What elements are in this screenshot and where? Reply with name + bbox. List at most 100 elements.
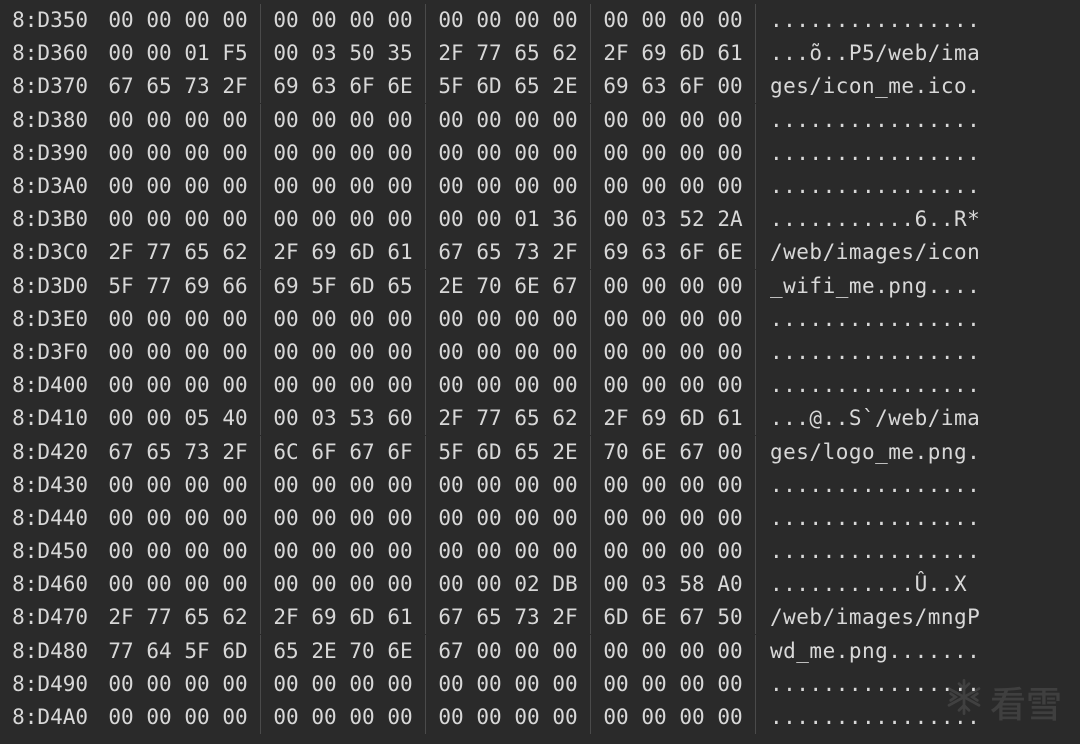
hex-byte[interactable]: 00 bbox=[508, 303, 546, 336]
hex-byte[interactable]: 00 bbox=[432, 369, 470, 402]
hex-byte[interactable]: 00 bbox=[216, 701, 254, 734]
hex-byte[interactable]: 2F bbox=[267, 236, 305, 269]
hex-byte[interactable]: 00 bbox=[635, 303, 673, 336]
hex-row[interactable]: 8:D39000000000000000000000000000000000..… bbox=[0, 137, 1080, 170]
hex-byte[interactable]: 00 bbox=[305, 701, 343, 734]
hex-byte[interactable]: 00 bbox=[508, 369, 546, 402]
hex-byte[interactable]: 00 bbox=[305, 203, 343, 236]
hex-byte[interactable]: 00 bbox=[635, 104, 673, 137]
hex-byte[interactable]: 00 bbox=[140, 170, 178, 203]
hex-byte[interactable]: 2E bbox=[546, 436, 584, 469]
hex-byte[interactable]: 00 bbox=[673, 502, 711, 535]
hex-byte[interactable]: 00 bbox=[305, 369, 343, 402]
hex-byte[interactable]: 00 bbox=[267, 104, 305, 137]
hex-byte[interactable]: 00 bbox=[178, 170, 216, 203]
hex-byte[interactable]: 00 bbox=[267, 502, 305, 535]
hex-byte[interactable]: 00 bbox=[635, 170, 673, 203]
hex-byte[interactable]: 00 bbox=[432, 701, 470, 734]
hex-byte[interactable]: 00 bbox=[635, 4, 673, 37]
hex-byte[interactable]: 00 bbox=[432, 668, 470, 701]
hex-byte[interactable]: 00 bbox=[343, 502, 381, 535]
hex-byte[interactable]: 6F bbox=[673, 236, 711, 269]
hex-byte[interactable]: 73 bbox=[508, 236, 546, 269]
hex-byte[interactable]: 00 bbox=[470, 369, 508, 402]
hex-byte[interactable]: 00 bbox=[102, 502, 140, 535]
hex-byte[interactable]: 00 bbox=[470, 170, 508, 203]
hex-byte[interactable]: 00 bbox=[343, 369, 381, 402]
hex-byte[interactable]: 00 bbox=[635, 535, 673, 568]
hex-row[interactable]: 8:D44000000000000000000000000000000000..… bbox=[0, 502, 1080, 535]
hex-byte[interactable]: 73 bbox=[508, 601, 546, 634]
hex-byte[interactable]: 00 bbox=[673, 303, 711, 336]
hex-byte[interactable]: 00 bbox=[267, 535, 305, 568]
hex-byte[interactable]: 00 bbox=[381, 502, 419, 535]
hex-byte[interactable]: 2F bbox=[546, 236, 584, 269]
hex-row[interactable]: 8:D35000000000000000000000000000000000..… bbox=[0, 4, 1080, 37]
hex-byte[interactable]: A0 bbox=[711, 568, 749, 601]
hex-byte[interactable]: 2F bbox=[546, 601, 584, 634]
hex-byte[interactable]: 00 bbox=[267, 336, 305, 369]
hex-byte[interactable]: 00 bbox=[381, 137, 419, 170]
ascii-cell[interactable]: ................ bbox=[756, 137, 980, 170]
hex-byte[interactable]: 2F bbox=[432, 37, 470, 70]
hex-byte[interactable]: 00 bbox=[470, 203, 508, 236]
hex-byte[interactable]: 67 bbox=[673, 601, 711, 634]
hex-byte[interactable]: 6D bbox=[470, 436, 508, 469]
hex-byte[interactable]: 00 bbox=[267, 469, 305, 502]
hex-byte[interactable]: 67 bbox=[102, 70, 140, 103]
hex-byte[interactable]: 73 bbox=[178, 70, 216, 103]
hex-byte[interactable]: 66 bbox=[216, 270, 254, 303]
hex-byte[interactable]: 2A bbox=[711, 203, 749, 236]
hex-byte[interactable]: 00 bbox=[216, 568, 254, 601]
hex-byte[interactable]: 03 bbox=[635, 203, 673, 236]
hex-byte[interactable]: 63 bbox=[635, 70, 673, 103]
hex-byte[interactable]: 6D bbox=[343, 236, 381, 269]
hex-byte[interactable]: 00 bbox=[673, 369, 711, 402]
hex-byte[interactable]: 00 bbox=[216, 502, 254, 535]
hex-row[interactable]: 8:D4A000000000000000000000000000000000..… bbox=[0, 701, 1080, 734]
hex-byte[interactable]: 65 bbox=[381, 270, 419, 303]
hex-byte[interactable]: 00 bbox=[432, 170, 470, 203]
hex-byte[interactable]: 00 bbox=[381, 104, 419, 137]
hex-byte[interactable]: 00 bbox=[216, 535, 254, 568]
hex-byte[interactable]: 6D bbox=[673, 37, 711, 70]
hex-byte[interactable]: 00 bbox=[343, 568, 381, 601]
hex-byte[interactable]: 65 bbox=[178, 601, 216, 634]
hex-byte[interactable]: 00 bbox=[267, 137, 305, 170]
hex-byte[interactable]: 6D bbox=[470, 70, 508, 103]
ascii-cell[interactable]: ................ bbox=[756, 303, 980, 336]
hex-byte[interactable]: 61 bbox=[381, 601, 419, 634]
hex-byte[interactable]: 00 bbox=[508, 4, 546, 37]
hex-byte[interactable]: 00 bbox=[432, 4, 470, 37]
hex-byte[interactable]: 00 bbox=[343, 137, 381, 170]
hex-byte[interactable]: 00 bbox=[508, 502, 546, 535]
hex-byte[interactable]: 63 bbox=[305, 70, 343, 103]
hex-row[interactable]: 8:D45000000000000000000000000000000000..… bbox=[0, 535, 1080, 568]
hex-byte[interactable]: 00 bbox=[343, 701, 381, 734]
hex-byte[interactable]: 00 bbox=[305, 137, 343, 170]
hex-byte[interactable]: 2F bbox=[102, 236, 140, 269]
hex-byte[interactable]: 00 bbox=[216, 303, 254, 336]
hex-byte[interactable]: 62 bbox=[546, 402, 584, 435]
hex-byte[interactable]: 00 bbox=[381, 469, 419, 502]
hex-byte[interactable]: 00 bbox=[597, 369, 635, 402]
hex-byte[interactable]: 00 bbox=[673, 469, 711, 502]
hex-byte[interactable]: 00 bbox=[597, 701, 635, 734]
ascii-cell[interactable]: ................ bbox=[756, 469, 980, 502]
hex-byte[interactable]: 69 bbox=[597, 236, 635, 269]
hex-byte[interactable]: 6E bbox=[508, 270, 546, 303]
hex-byte[interactable]: 00 bbox=[673, 701, 711, 734]
hex-byte[interactable]: 50 bbox=[343, 37, 381, 70]
hex-byte[interactable]: 69 bbox=[178, 270, 216, 303]
hex-byte[interactable]: 00 bbox=[673, 535, 711, 568]
hex-byte[interactable]: 00 bbox=[267, 37, 305, 70]
hex-byte[interactable]: 6F bbox=[343, 70, 381, 103]
hex-byte[interactable]: 00 bbox=[267, 668, 305, 701]
hex-byte[interactable]: 73 bbox=[178, 436, 216, 469]
hex-byte[interactable]: 00 bbox=[102, 104, 140, 137]
hex-byte[interactable]: 63 bbox=[635, 236, 673, 269]
ascii-cell[interactable]: ...........6..R* bbox=[756, 203, 980, 236]
hex-byte[interactable]: 00 bbox=[267, 303, 305, 336]
ascii-cell[interactable]: /web/images/icon bbox=[756, 236, 980, 269]
ascii-cell[interactable]: ...õ..P5/web/ima bbox=[756, 37, 980, 70]
